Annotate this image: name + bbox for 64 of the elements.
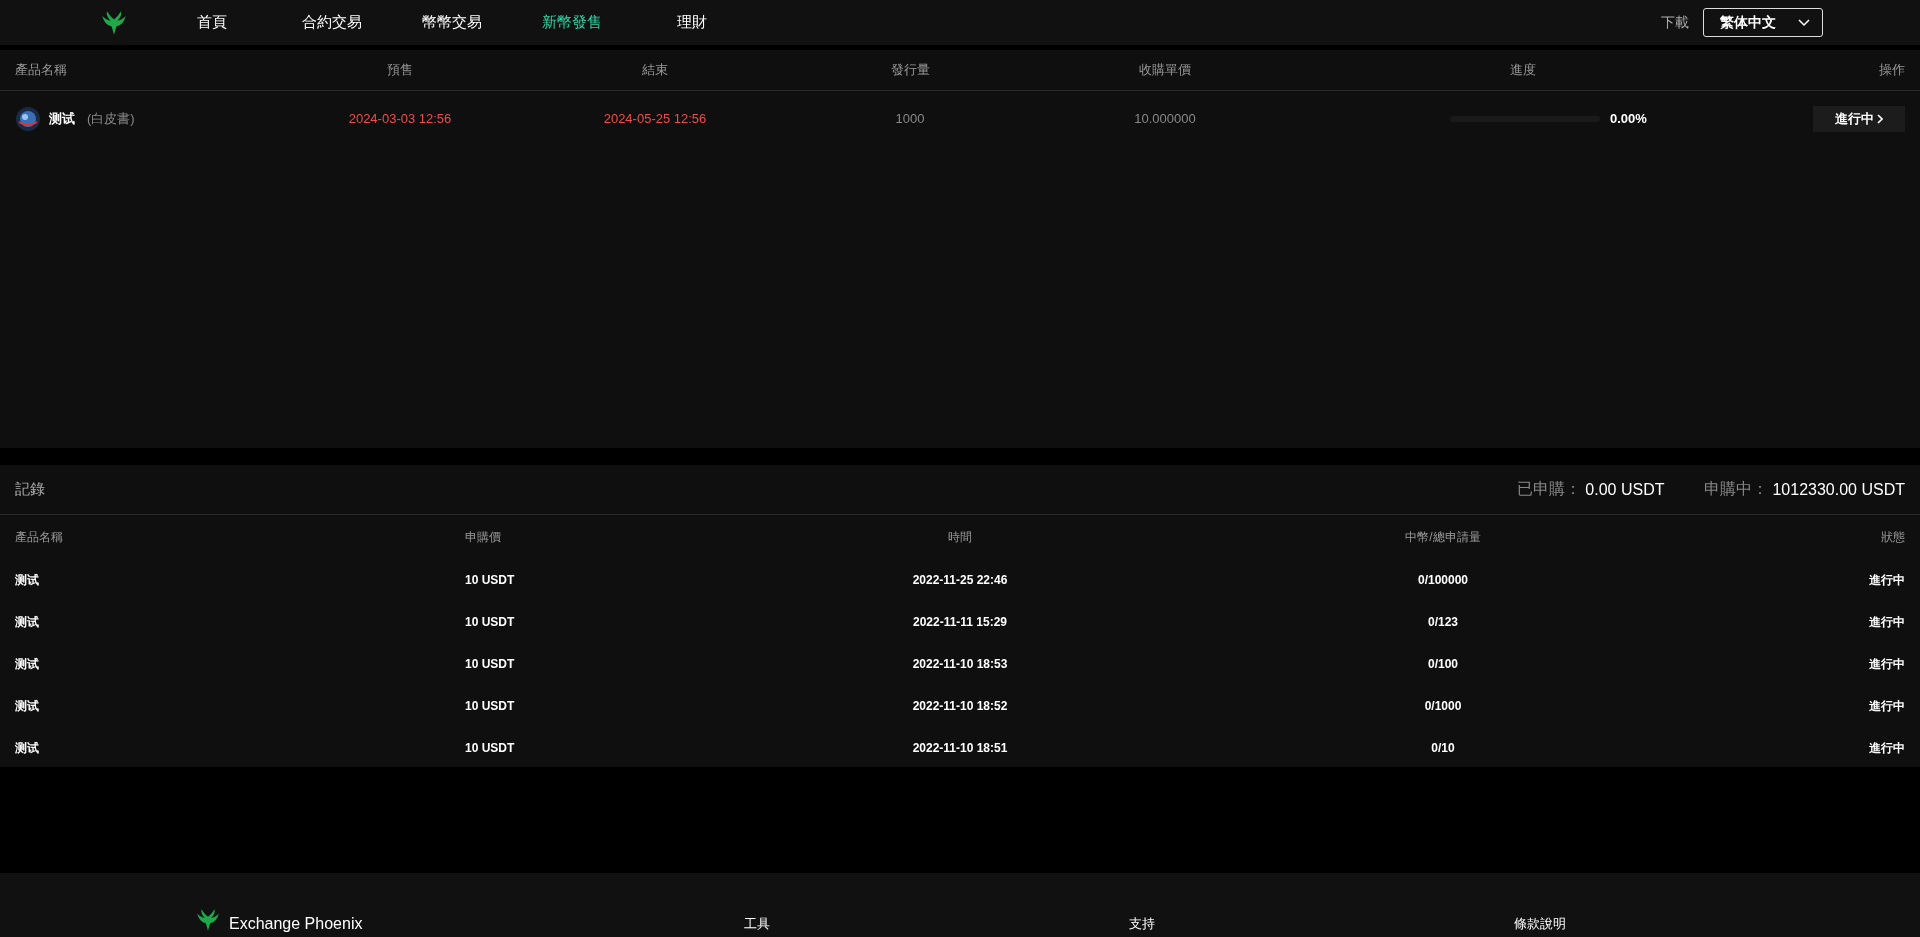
- table-cell-text: 進行中: [1868, 613, 1905, 631]
- chevron-right-icon: [1877, 113, 1883, 124]
- summary-value: 0.00 USDT: [1585, 480, 1665, 499]
- table-cell-text: 测试: [15, 697, 40, 715]
- column-header: 預售: [386, 61, 414, 79]
- column-header: 時間: [947, 528, 973, 546]
- table-cell-text: 2022-11-11 15:29: [911, 615, 1009, 629]
- nav-item[interactable]: 新幣發售: [512, 13, 632, 32]
- column-header: 進度: [1508, 61, 1537, 79]
- column-header: 發行量: [889, 61, 931, 79]
- column-header: 收購單價: [1138, 61, 1192, 79]
- chevron-down-icon: [1798, 18, 1810, 27]
- table-cell-text: 测试: [15, 739, 40, 757]
- end-time: 2024-05-25 12:56: [602, 111, 708, 126]
- summary-label: 已申購：: [1517, 479, 1582, 499]
- column-header: 操作: [1878, 61, 1905, 79]
- summary-label: 申購中：: [1704, 479, 1769, 499]
- status-button[interactable]: 進行中: [1813, 105, 1905, 132]
- nav-item[interactable]: 幣幣交易: [392, 13, 512, 32]
- table-cell-text: 2022-11-10 18:52: [911, 699, 1009, 713]
- column-header: 中幣/總申請量: [1404, 528, 1482, 546]
- table-cell-text: 0/100000: [1416, 573, 1470, 587]
- table-cell-text: 進行中: [1868, 739, 1905, 757]
- table-cell-text: 10 USDT: [465, 573, 516, 587]
- brand-name: Exchange Phoenix: [229, 915, 364, 933]
- table-cell-text: 测试: [15, 613, 40, 631]
- footer-link[interactable]: 條款說明: [1514, 915, 1899, 933]
- token-icon: [15, 105, 41, 132]
- table-cell-text: 0/10: [1430, 741, 1456, 755]
- nav-item[interactable]: 合約交易: [272, 13, 392, 32]
- table-cell-text: 進行中: [1868, 571, 1905, 589]
- nav-item[interactable]: 首頁: [152, 13, 272, 32]
- footer-link[interactable]: 支持: [1129, 915, 1514, 933]
- footer-link[interactable]: 工具: [744, 915, 1129, 933]
- unit-price: 10.000000: [1133, 111, 1197, 126]
- table-cell-text: 進行中: [1868, 697, 1905, 715]
- table-cell-text: 進行中: [1868, 655, 1905, 673]
- table-cell-text: 10 USDT: [465, 741, 516, 755]
- progress-reading: 0.00%: [1610, 111, 1647, 126]
- table-cell-text: 2022-11-25 22:46: [911, 573, 1009, 587]
- table-cell-text: 10 USDT: [465, 657, 516, 671]
- nav-item[interactable]: 理財: [632, 13, 752, 32]
- table-cell-text: 2022-11-10 18:53: [911, 657, 1009, 671]
- table-cell-text: 10 USDT: [465, 699, 516, 713]
- summary-value: 1012330.00 USDT: [1772, 480, 1905, 499]
- table-cell-text: 测试: [15, 571, 40, 589]
- column-header: 申購價: [465, 528, 502, 546]
- presale-time: 2024-03-03 12:56: [347, 111, 453, 126]
- column-header: 狀態: [1880, 528, 1905, 546]
- column-header: 產品名稱: [15, 528, 64, 546]
- column-header: 產品名稱: [15, 61, 68, 79]
- records-title: 記錄: [15, 480, 46, 499]
- table-cell-text: 测试: [15, 655, 40, 673]
- download-link[interactable]: 下載: [1661, 13, 1689, 32]
- language-select[interactable]: 繁体中文: [1703, 8, 1823, 37]
- issued-amount: 1000: [894, 111, 926, 126]
- whitepaper-link[interactable]: (白皮書): [87, 109, 135, 128]
- table-cell-text: 10 USDT: [465, 615, 516, 629]
- table-cell-text: 2022-11-10 18:51: [911, 741, 1009, 755]
- table-cell-text: 0/1000: [1423, 699, 1463, 713]
- column-header: 結束: [641, 61, 669, 79]
- table-cell-text: 0/100: [1427, 657, 1459, 671]
- product-name: 测试: [49, 109, 75, 128]
- table-cell-text: 0/123: [1427, 615, 1459, 629]
